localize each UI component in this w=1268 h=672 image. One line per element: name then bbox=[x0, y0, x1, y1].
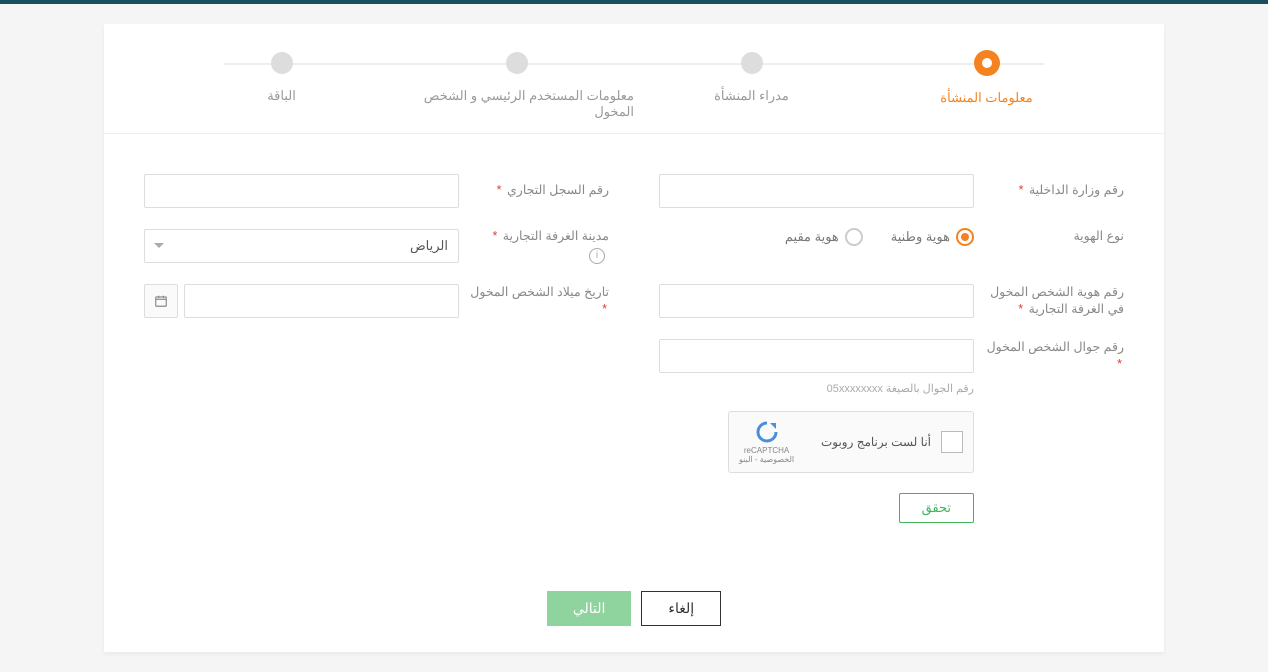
ministry-number-input[interactable] bbox=[659, 174, 974, 208]
mobile-format-hint: رقم الجوال بالصيغة 05xxxxxxxx bbox=[659, 378, 974, 395]
form-row: رقم هوية الشخص المخول في الغرفة التجارية… bbox=[144, 284, 1124, 319]
label-chamber-city: مدينة الغرفة التجارية * i bbox=[459, 228, 609, 264]
calendar-icon bbox=[154, 294, 168, 308]
form-body: رقم وزارة الداخلية * رقم السجل التجاري *… bbox=[104, 134, 1164, 573]
step-label: مدراء المنشأة bbox=[714, 88, 789, 104]
verify-button[interactable]: تحقق bbox=[899, 493, 974, 523]
form-row: رقم جوال الشخص المخول * bbox=[144, 339, 1124, 374]
step-dot-icon bbox=[271, 52, 293, 74]
radio-national-id[interactable]: هوية وطنية bbox=[891, 228, 974, 246]
recaptcha-text: أنا لست برنامج روبوت bbox=[794, 435, 931, 449]
label-ministry-number: رقم وزارة الداخلية * bbox=[974, 182, 1124, 200]
recaptcha-checkbox[interactable] bbox=[941, 431, 963, 453]
step-dot-icon bbox=[741, 52, 763, 74]
label-id-type: نوع الهوية bbox=[974, 228, 1124, 246]
cancel-button[interactable]: إلغاء bbox=[641, 591, 721, 626]
authorized-id-input[interactable] bbox=[659, 284, 974, 318]
id-type-radio-group: هوية وطنية هوية مقيم bbox=[659, 228, 974, 246]
step-label: معلومات المنشأة bbox=[940, 90, 1032, 106]
wizard-actions: التالي إلغاء bbox=[104, 573, 1164, 652]
authorized-dob-input[interactable] bbox=[184, 284, 459, 318]
form-row: أنا لست برنامج روبوت reCAPTCHA الخصوصية … bbox=[144, 411, 1124, 473]
stepper: الباقة معلومات المستخدم الرئيسي و الشخص … bbox=[104, 24, 1164, 134]
recaptcha-brand: reCAPTCHA الخصوصية - البنو bbox=[739, 420, 794, 464]
chamber-city-select[interactable]: الرياض bbox=[144, 229, 459, 263]
label-authorized-mobile: رقم جوال الشخص المخول * bbox=[974, 339, 1124, 374]
radio-resident-id[interactable]: هوية مقيم bbox=[785, 228, 863, 246]
stepper-line bbox=[224, 63, 1044, 65]
label-authorized-id: رقم هوية الشخص المخول في الغرفة التجارية… bbox=[974, 284, 1124, 319]
step-dot-icon bbox=[506, 52, 528, 74]
recaptcha-widget[interactable]: أنا لست برنامج روبوت reCAPTCHA الخصوصية … bbox=[728, 411, 974, 473]
authorized-mobile-input[interactable] bbox=[659, 339, 974, 373]
next-button[interactable]: التالي bbox=[547, 591, 632, 626]
form-row: تحقق bbox=[144, 493, 1124, 523]
step-label: معلومات المستخدم الرئيسي و الشخص المخول bbox=[399, 88, 634, 120]
cr-number-input[interactable] bbox=[144, 174, 459, 208]
radio-dot-icon bbox=[956, 228, 974, 246]
step-dot-icon bbox=[974, 50, 1000, 76]
recaptcha-icon bbox=[755, 420, 779, 444]
form-card: الباقة معلومات المستخدم الرئيسي و الشخص … bbox=[104, 24, 1164, 652]
label-cr-number: رقم السجل التجاري * bbox=[459, 182, 609, 200]
form-row: رقم الجوال بالصيغة 05xxxxxxxx bbox=[144, 378, 1124, 395]
radio-label: هوية مقيم bbox=[785, 229, 839, 245]
radio-label: هوية وطنية bbox=[891, 229, 950, 245]
label-authorized-dob: تاريخ ميلاد الشخص المخول * bbox=[459, 284, 609, 319]
top-bar bbox=[0, 0, 1268, 4]
form-row: رقم وزارة الداخلية * رقم السجل التجاري * bbox=[144, 174, 1124, 208]
info-icon[interactable]: i bbox=[589, 248, 605, 264]
radio-dot-icon bbox=[845, 228, 863, 246]
form-row: نوع الهوية هوية وطنية هوية مقيم مدينة ال… bbox=[144, 228, 1124, 264]
step-label: الباقة bbox=[267, 88, 296, 104]
calendar-button[interactable] bbox=[144, 284, 178, 318]
